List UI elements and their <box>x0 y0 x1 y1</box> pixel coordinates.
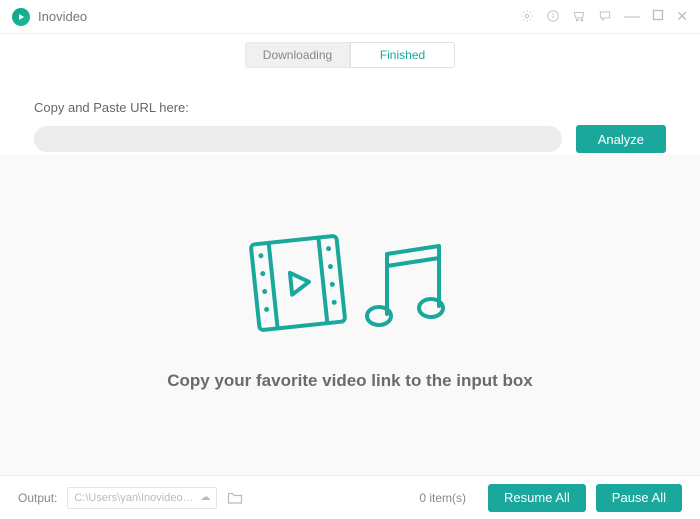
pause-all-button[interactable]: Pause All <box>596 484 682 512</box>
open-folder-icon[interactable] <box>227 491 243 505</box>
output-path: C:\Users\yan\Inovideo\D... <box>74 492 196 504</box>
close-icon[interactable]: ✕ <box>676 9 688 25</box>
feedback-icon[interactable] <box>598 9 612 25</box>
placeholder-hint: Copy your favorite video link to the inp… <box>167 371 533 391</box>
tab-finished[interactable]: Finished <box>350 42 455 68</box>
cloud-icon: ☁ <box>200 492 210 503</box>
resume-all-button[interactable]: Resume All <box>488 484 586 512</box>
placeholder-illustration <box>245 230 455 343</box>
tab-bar: Downloading Finished <box>0 42 700 68</box>
url-input[interactable] <box>34 126 562 152</box>
main-content: Copy your favorite video link to the inp… <box>0 155 700 475</box>
window-controls: — ✕ <box>520 9 688 25</box>
maximize-icon[interactable] <box>652 9 664 25</box>
settings-icon[interactable] <box>520 9 534 25</box>
footer: Output: C:\Users\yan\Inovideo\D... ☁ 0 i… <box>0 475 700 519</box>
info-icon[interactable] <box>546 9 560 25</box>
scrollbar[interactable] <box>693 72 697 471</box>
tab-downloading[interactable]: Downloading <box>245 42 350 68</box>
cart-icon[interactable] <box>572 9 586 25</box>
output-path-box[interactable]: C:\Users\yan\Inovideo\D... ☁ <box>67 487 217 509</box>
item-count: 0 item(s) <box>419 491 466 505</box>
title-bar: Inovideo — ✕ <box>0 0 700 34</box>
app-logo-icon <box>12 8 30 26</box>
analyze-button[interactable]: Analyze <box>576 125 666 153</box>
app-name: Inovideo <box>38 9 87 24</box>
url-label: Copy and Paste URL here: <box>34 100 666 115</box>
minimize-icon[interactable]: — <box>624 9 640 25</box>
output-label: Output: <box>18 491 57 505</box>
